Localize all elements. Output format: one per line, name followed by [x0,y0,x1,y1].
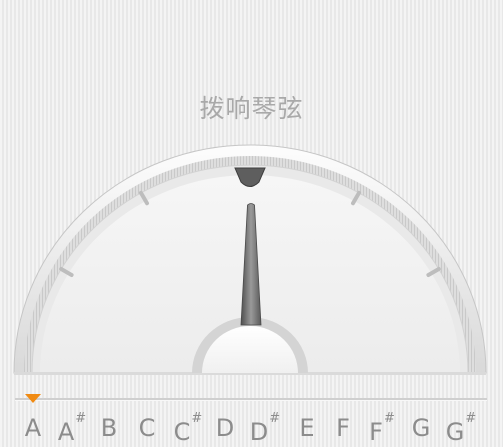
note-key-f-sharp[interactable]: F# [369,411,395,446]
note-key-b[interactable]: B [100,413,118,442]
tuner-screen: { "current_note": "A", "status_text": "拨… [0,0,503,446]
note-key-label: C [173,418,191,446]
note-key-g-sharp[interactable]: G# [446,411,477,446]
note-selector: A A# B C C# D D# E F F# G G# [0,411,503,446]
note-key-label: G [411,414,431,442]
note-key-d[interactable]: D [215,413,235,442]
note-key-label: B [100,414,118,442]
note-key-f[interactable]: F [336,413,350,442]
selected-note-marker-icon [25,394,41,403]
note-key-label: F [336,414,350,442]
sharp-sign: # [465,411,477,426]
note-key-c[interactable]: C [138,413,156,442]
sharp-sign: # [191,411,203,426]
note-key-d-sharp[interactable]: D# [250,411,281,446]
sharp-sign: # [269,411,281,426]
note-key-label: A [57,418,75,446]
note-key-label: E [299,414,315,442]
note-key-g[interactable]: G [411,413,431,442]
note-key-label: F [369,418,383,446]
note-key-label: D [249,418,269,446]
sharp-sign: # [383,411,395,426]
sharp-sign: # [75,411,87,426]
note-key-label: G [445,418,465,446]
note-key-c-sharp[interactable]: C# [174,411,203,446]
note-key-a-sharp[interactable]: A# [58,411,87,446]
note-key-a[interactable]: A [24,413,42,442]
note-key-e[interactable]: E [299,413,315,442]
note-key-label: A [24,414,42,442]
note-key-label: C [138,414,156,442]
note-key-label: D [215,414,235,442]
note-scale-track [15,398,487,401]
tuning-gauge [13,144,487,375]
